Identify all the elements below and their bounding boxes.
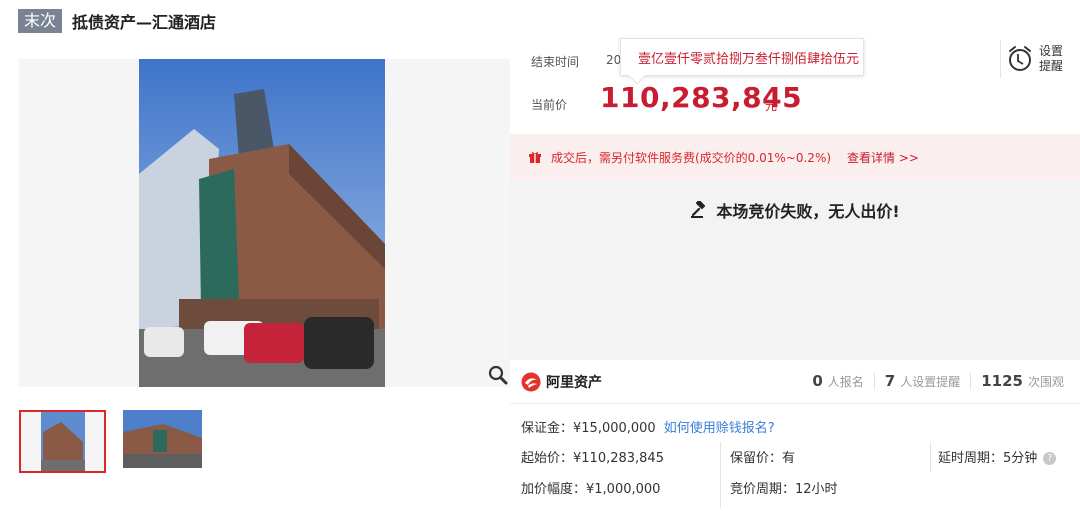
reminder-label-line1: 设置 — [1039, 44, 1064, 58]
stat-registrations-label: 人报名 — [827, 375, 864, 389]
details-row-3: 加价幅度：¥1,000,000 竞价周期：12小时 — [510, 478, 1080, 498]
bid-increment: 加价幅度：¥1,000,000 — [521, 482, 661, 497]
auction-result-text: 本场竞价失败，无人出价! — [716, 202, 900, 221]
service-fee-notice: 成交后，需另付软件服务费(成交价的0.01%~0.2%) 查看详情 >> — [510, 134, 1080, 180]
stat-reminders-label: 人设置提醒 — [900, 375, 961, 389]
main-image-viewer[interactable] — [19, 59, 510, 387]
stat-views-count: 1125 — [981, 372, 1023, 390]
platform-logo[interactable]: 阿里资产 — [521, 372, 602, 392]
stats-row: 阿里资产 0 人报名 7 人设置提醒 1125 次围观 — [510, 360, 1080, 404]
stat-registrations-count: 0 — [812, 372, 823, 390]
stat-views: 1125 次围观 — [970, 372, 1074, 390]
platform-name: 阿里资产 — [546, 375, 602, 391]
bidding-cycle: 竞价周期：12小时 — [730, 482, 838, 497]
price-tooltip-text: 壹亿壹仟零贰拾捌万叁仟捌佰肆拾伍元 — [638, 51, 860, 67]
details-row-2: 起始价：¥110,283,845 保留价：有 延时周期：5分钟? — [510, 447, 1080, 467]
status-badge: 末次 — [18, 9, 63, 33]
price-unit: 元 — [765, 99, 778, 113]
reminder-label: 设置 提醒 — [1039, 44, 1067, 74]
hotel-photo — [139, 59, 385, 387]
delay-cell: 延时周期：5分钟? — [938, 447, 1057, 466]
deposit-text: 保证金：¥15,000,000 — [521, 421, 656, 436]
set-reminder-button[interactable]: 设置 提醒 — [1000, 40, 1067, 78]
gift-icon — [529, 152, 541, 163]
price-tooltip: 壹亿壹仟零贰拾捌万叁仟捌佰肆拾伍元 — [620, 38, 864, 85]
thumbnail-1-image — [21, 412, 104, 471]
start-price: 起始价：¥110,283,845 — [521, 451, 664, 466]
end-time-value: 20 — [606, 53, 622, 67]
delay-period: 延时周期：5分钟 — [938, 451, 1038, 466]
thumbnail-2[interactable] — [123, 410, 202, 468]
alarm-clock-icon — [1009, 46, 1031, 71]
details-divider-1 — [720, 442, 721, 508]
thumbnail-2-image — [123, 410, 202, 468]
stat-registrations: 0 人报名 — [802, 372, 873, 390]
current-price-label: 当前价 — [531, 98, 568, 112]
gavel-icon — [691, 201, 706, 218]
stat-views-label: 次围观 — [1027, 375, 1064, 389]
reserve-price: 保留价：有 — [730, 451, 796, 466]
deposit-help-link[interactable]: 如何使用赊钱报名? — [664, 421, 775, 436]
deposit-cell: 保证金：¥15,000,000 如何使用赊钱报名? — [521, 417, 775, 436]
page-title: 抵债资产—汇通酒店 — [72, 13, 217, 32]
auction-stats: 0 人报名 7 人设置提醒 1125 次围观 — [802, 372, 1074, 390]
auction-result: 本场竞价失败，无人出价! — [510, 198, 1080, 222]
reminder-label-line2: 提醒 — [1039, 59, 1064, 73]
help-icon[interactable]: ? — [1043, 452, 1057, 465]
auction-result-panel: 本场竞价失败，无人出价! — [510, 180, 1080, 360]
thumbnail-1[interactable] — [19, 410, 106, 473]
stat-reminders-count: 7 — [884, 372, 896, 390]
view-details-link[interactable]: 查看详情 >> — [847, 149, 919, 166]
zoom-icon[interactable] — [487, 364, 509, 386]
service-fee-text: 成交后，需另付软件服务费(成交价的0.01%~0.2%) — [551, 150, 832, 165]
stat-reminders: 7 人设置提醒 — [873, 372, 970, 390]
details-row-1: 保证金：¥15,000,000 如何使用赊钱报名? — [510, 417, 1080, 437]
details-divider-2 — [930, 442, 931, 472]
end-time-label: 结束时间 — [531, 55, 580, 69]
page-header: 末次 抵债资产—汇通酒店 — [18, 8, 216, 34]
ali-assets-logo-icon — [521, 372, 541, 392]
